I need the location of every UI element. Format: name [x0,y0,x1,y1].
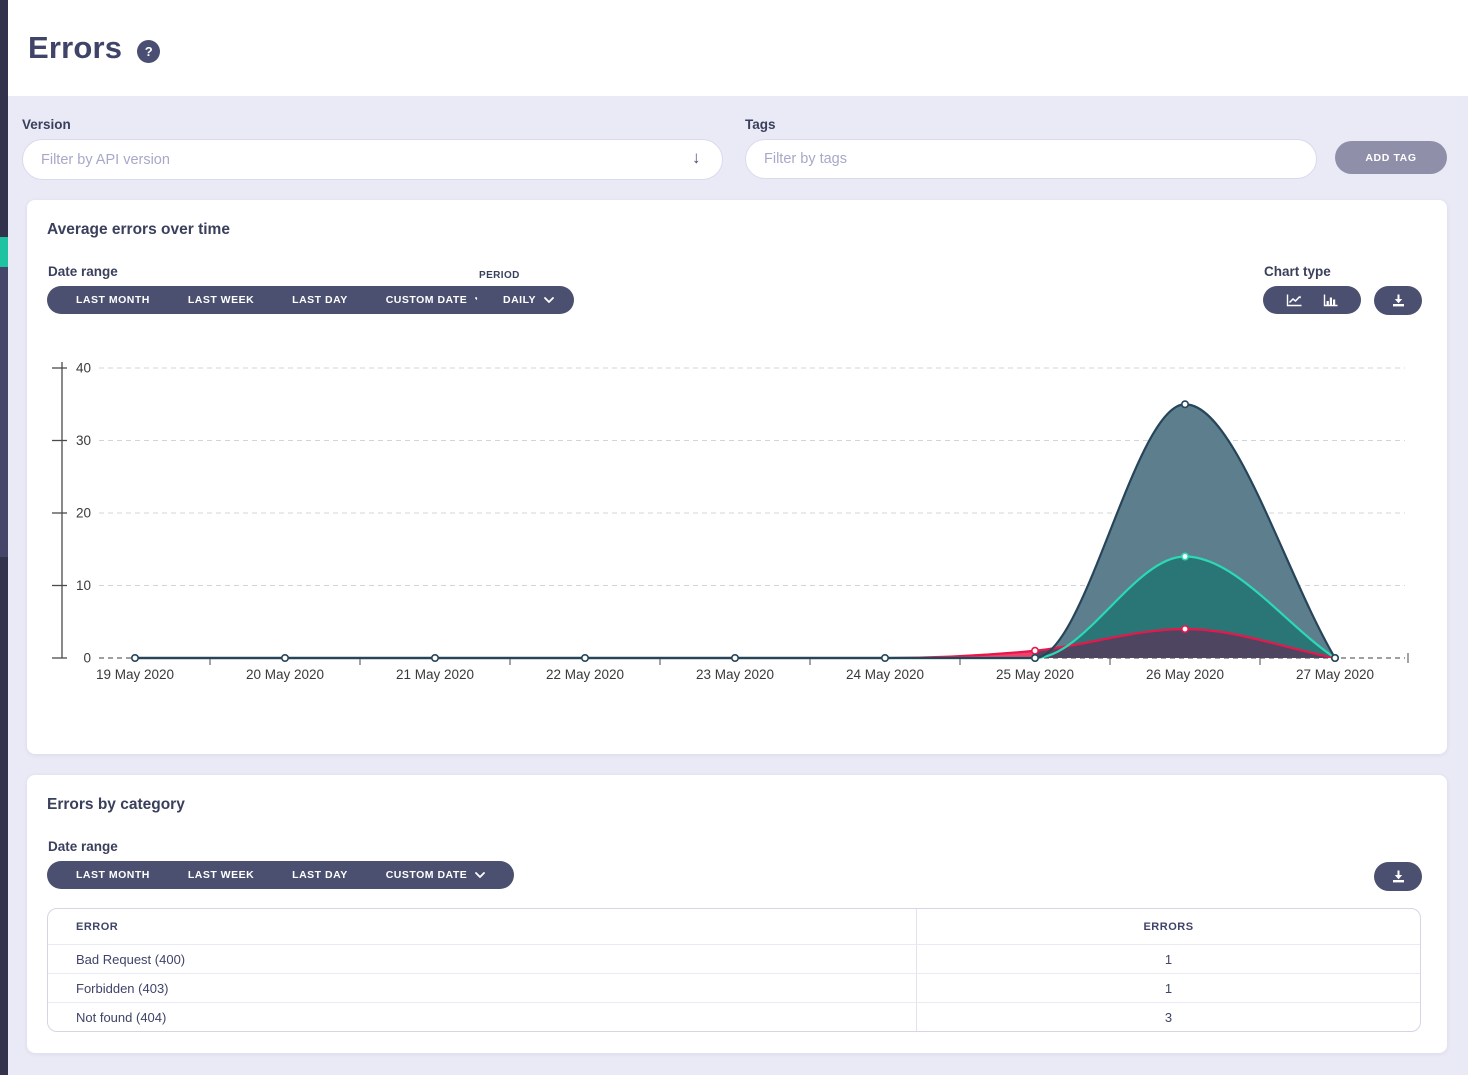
error-name: Forbidden (403) [48,974,916,1002]
last-day-button[interactable]: LAST DAY [273,286,367,314]
svg-text:21 May 2020: 21 May 2020 [396,667,474,682]
errors-by-category-card: Errors by category Date range LAST MONTH… [27,775,1447,1053]
custom-date-label: CUSTOM DATE [386,294,468,306]
svg-text:26 May 2020: 26 May 2020 [1146,667,1224,682]
svg-text:30: 30 [76,433,91,448]
last-week-button[interactable]: LAST WEEK [169,861,273,889]
sidebar-edge [0,0,8,1075]
svg-text:19 May 2020: 19 May 2020 [96,667,174,682]
table-row[interactable]: Bad Request (400) 1 [48,944,1420,973]
errors-by-category-table: ERROR ERRORS Bad Request (400) 1 Forbidd… [47,908,1421,1032]
custom-date-button[interactable]: CUSTOM DATE [367,861,505,889]
errors-over-time-chart[interactable]: 0 10 20 30 40 19 May 2020 20 May 2020 21 May 20… [47,358,1420,690]
sidebar-edge-section [0,267,8,557]
line-chart-icon [1286,294,1302,307]
chevron-down-icon [475,872,485,878]
errors-by-category-title: Errors by category [47,796,185,814]
svg-text:22 May 2020: 22 May 2020 [546,667,624,682]
chart-type-label: Chart type [1264,264,1331,279]
table-row[interactable]: Forbidden (403) 1 [48,973,1420,1002]
download-icon [1391,293,1406,308]
average-errors-title: Average errors over time [47,221,230,239]
table-row[interactable]: Not found (404) 3 [48,1002,1420,1031]
svg-text:24 May 2020: 24 May 2020 [846,667,924,682]
version-filter-input[interactable] [22,139,723,180]
date-range-label: Date range [48,264,118,279]
column-header-error: ERROR [48,909,916,944]
date-range-button-group: LAST MONTH LAST WEEK LAST DAY CUSTOM DAT… [47,861,514,889]
svg-text:40: 40 [76,361,91,376]
period-value: DAILY [489,286,562,314]
period-select[interactable]: DAILY [477,286,574,314]
line-chart-button[interactable] [1286,294,1302,307]
last-week-button[interactable]: LAST WEEK [169,286,273,314]
download-chart-button[interactable] [1374,286,1422,315]
bar-chart-button[interactable] [1323,294,1338,307]
tags-filter-input[interactable] [745,139,1317,179]
chevron-down-icon [544,297,554,303]
download-icon [1391,869,1406,884]
custom-date-label: CUSTOM DATE [386,869,468,881]
last-month-button[interactable]: LAST MONTH [57,861,169,889]
table-header-row: ERROR ERRORS [48,909,1420,944]
svg-text:23 May 2020: 23 May 2020 [696,667,774,682]
error-count: 1 [916,945,1420,973]
svg-text:20 May 2020: 20 May 2020 [246,667,324,682]
help-icon[interactable]: ? [137,40,160,63]
bar-chart-icon [1323,294,1338,307]
date-range-label: Date range [48,839,118,854]
error-name: Bad Request (400) [48,945,916,973]
download-table-button[interactable] [1374,862,1422,891]
error-count: 1 [916,974,1420,1002]
date-range-button-group: LAST MONTH LAST WEEK LAST DAY CUSTOM DAT… [47,286,514,314]
svg-text:0: 0 [83,651,91,666]
version-dropdown-arrow-icon[interactable]: ↓ [692,148,701,168]
chart-type-button-group [1263,286,1361,314]
average-errors-card: Average errors over time Date range LAST… [27,200,1447,754]
error-name: Not found (404) [48,1003,916,1031]
sidebar-edge-active-indicator [0,237,8,267]
page-header: Errors ? [8,0,1468,96]
last-month-button[interactable]: LAST MONTH [57,286,169,314]
svg-text:20: 20 [76,506,91,521]
last-day-button[interactable]: LAST DAY [273,861,367,889]
svg-text:27 May 2020: 27 May 2020 [1296,667,1374,682]
period-label: PERIOD [479,270,520,281]
svg-text:25 May 2020: 25 May 2020 [996,667,1074,682]
svg-text:10: 10 [76,578,91,593]
tags-label: Tags [745,117,776,132]
version-label: Version [22,117,71,132]
add-tag-button[interactable]: ADD TAG [1335,141,1447,174]
page-title: Errors [28,30,122,66]
column-header-errors: ERRORS [916,909,1420,944]
error-count: 3 [916,1003,1420,1031]
